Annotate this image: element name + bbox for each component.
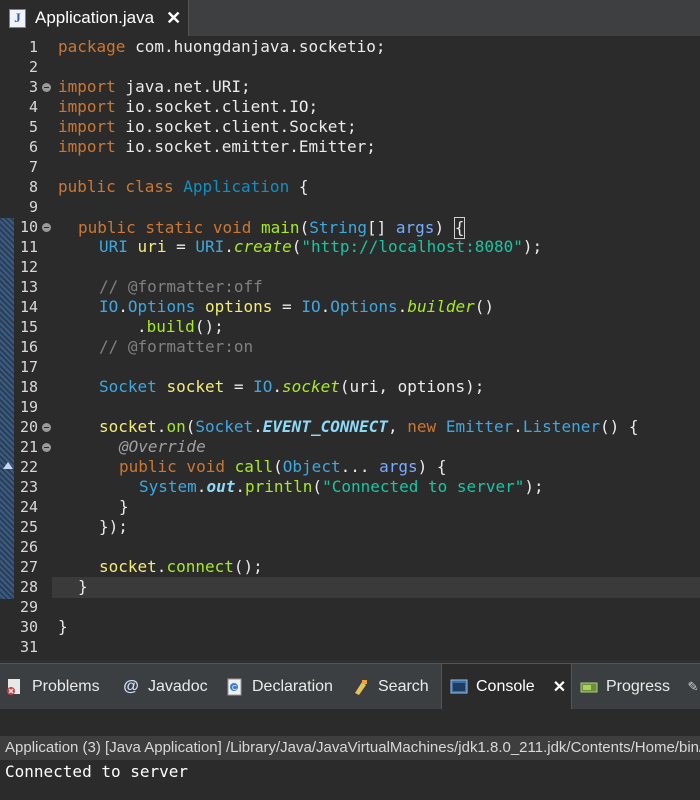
tab-label: Console xyxy=(476,677,535,695)
problems-icon xyxy=(6,678,24,696)
line-number: 1 xyxy=(28,38,38,56)
code-line: socket.connect(); xyxy=(99,557,263,576)
code-line: public class Application { xyxy=(58,177,309,196)
line-number: 7 xyxy=(28,158,38,176)
svg-text:C: C xyxy=(232,685,237,692)
line-number: 26 xyxy=(19,538,38,556)
code-line: import java.net.URI; xyxy=(58,77,251,96)
console-view[interactable]: Application (3) [Java Application] /Libr… xyxy=(0,709,700,800)
editor-tab-bar: J Application.java ✕ xyxy=(0,0,700,37)
line-number: 18 xyxy=(19,378,38,396)
tab-search[interactable]: Search xyxy=(352,664,429,709)
line-number: 21 xyxy=(19,438,38,456)
tab-label: Javadoc xyxy=(148,677,208,695)
code-area[interactable]: package com.huongdanjava.socketio; impor… xyxy=(52,37,700,660)
line-number: 5 xyxy=(28,118,38,136)
tab-title: Application.java xyxy=(35,8,155,27)
line-number: 20 xyxy=(19,418,38,436)
tab-label: Problems xyxy=(32,677,100,695)
code-line: package com.huongdanjava.socketio; xyxy=(58,37,386,56)
code-line: }); xyxy=(99,517,128,536)
tab-application-java[interactable]: J Application.java ✕ xyxy=(0,0,189,36)
tab-label: Progress xyxy=(606,677,671,695)
code-line: } xyxy=(58,617,68,636)
console-output: Connected to server xyxy=(5,762,189,781)
code-line: Socket socket = IO.socket(uri, options); xyxy=(99,377,485,396)
code-annotation: @Override xyxy=(119,437,206,456)
code-line: } xyxy=(119,497,129,516)
line-number: 9 xyxy=(28,198,38,216)
tab-problems[interactable]: Problems xyxy=(6,664,100,709)
code-line: System.out.println("Connected to server"… xyxy=(139,477,544,496)
fold-toggle-icon[interactable] xyxy=(42,423,51,432)
line-number: 10 xyxy=(19,218,38,236)
line-number: 23 xyxy=(19,478,38,496)
line-number: 12 xyxy=(19,258,38,276)
line-number: 4 xyxy=(28,98,38,116)
fold-toggle-icon[interactable] xyxy=(42,83,51,92)
line-number: 3 xyxy=(28,78,38,96)
code-line: import io.socket.client.Socket; xyxy=(58,117,357,136)
line-number: 17 xyxy=(19,358,38,376)
code-line: .build(); xyxy=(137,317,224,336)
line-number: 25 xyxy=(19,518,38,536)
code-line: public static void main(String[] args) { xyxy=(78,217,466,239)
code-editor[interactable]: 1 2 3 4 5 6 7 8 9 10 11 12 13 14 15 16 1… xyxy=(0,37,700,660)
javadoc-icon: @ xyxy=(123,677,139,695)
declaration-icon: C xyxy=(226,678,244,696)
tab-label: Search xyxy=(378,677,429,695)
code-comment: // @formatter:on xyxy=(99,337,254,356)
line-number: 27 xyxy=(19,558,38,576)
line-number: 31 xyxy=(19,638,38,656)
tab-javadoc[interactable]: @ Javadoc xyxy=(122,664,208,709)
progress-icon xyxy=(580,678,598,696)
code-comment: // @formatter:off xyxy=(99,277,263,296)
code-line: socket.on(Socket.EVENT_CONNECT, new Emit… xyxy=(99,417,639,436)
code-line: } xyxy=(78,577,88,596)
fold-toggle-icon[interactable] xyxy=(42,443,51,452)
line-number: 6 xyxy=(28,138,38,156)
code-line: public void call(Object... args) { xyxy=(119,457,447,476)
line-number: 8 xyxy=(28,178,38,196)
code-line: import io.socket.emitter.Emitter; xyxy=(58,137,376,156)
line-number: 24 xyxy=(19,498,38,516)
line-number: 16 xyxy=(19,338,38,356)
fold-toggle-icon[interactable] xyxy=(42,223,51,232)
tool-icon: ✎ xyxy=(687,678,699,694)
console-launch-info: Application (3) [Java Application] /Libr… xyxy=(0,736,700,760)
tab-overflow[interactable]: ✎ xyxy=(684,664,700,709)
line-number: 13 xyxy=(19,278,38,296)
line-number: 2 xyxy=(28,58,38,76)
line-number: 29 xyxy=(19,598,38,616)
tab-label: Declaration xyxy=(252,677,333,695)
code-line: import io.socket.client.IO; xyxy=(58,97,319,116)
tab-console[interactable]: Console ✕ xyxy=(441,664,572,709)
line-number: 19 xyxy=(19,398,38,416)
code-line: URI uri = URI.create("http://localhost:8… xyxy=(99,237,543,256)
close-icon[interactable]: ✕ xyxy=(553,677,566,697)
line-number: 15 xyxy=(19,318,38,336)
java-file-icon: J xyxy=(9,8,26,28)
line-number-gutter: 1 2 3 4 5 6 7 8 9 10 11 12 13 14 15 16 1… xyxy=(0,37,52,660)
code-line: IO.Options options = IO.Options.builder(… xyxy=(99,297,495,316)
tab-declaration[interactable]: C Declaration xyxy=(226,664,333,709)
close-icon[interactable]: ✕ xyxy=(166,8,181,29)
line-number: 30 xyxy=(19,618,38,636)
tab-progress[interactable]: Progress xyxy=(580,664,670,709)
line-number: 11 xyxy=(19,238,38,256)
console-icon xyxy=(450,678,468,696)
line-number: 28 xyxy=(19,578,38,596)
line-number: 22 xyxy=(19,458,38,476)
bottom-panel-tabs: Problems @ Javadoc C Declaration Search … xyxy=(0,663,700,710)
line-number: 14 xyxy=(19,298,38,316)
search-icon xyxy=(352,678,370,696)
